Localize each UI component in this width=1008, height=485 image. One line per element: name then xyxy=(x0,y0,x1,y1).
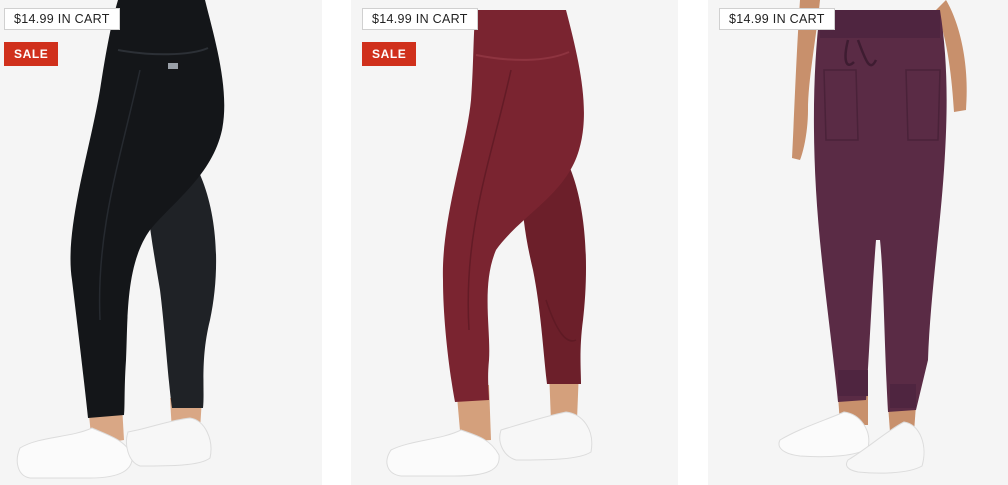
product-card[interactable]: $14.99 IN CART SALE xyxy=(0,0,322,485)
product-card[interactable]: $14.99 IN CART xyxy=(708,0,1008,485)
product-image[interactable] xyxy=(351,0,678,485)
product-image[interactable] xyxy=(708,0,1008,485)
sale-badge: SALE xyxy=(362,42,417,66)
price-in-cart-badge: $14.99 IN CART xyxy=(362,8,478,30)
product-image[interactable] xyxy=(0,0,322,485)
price-in-cart-badge: $14.99 IN CART xyxy=(4,8,120,30)
product-card[interactable]: $14.99 IN CART SALE xyxy=(351,0,678,485)
price-in-cart-badge: $14.99 IN CART xyxy=(719,8,835,30)
sale-badge: SALE xyxy=(4,42,59,66)
product-grid: $14.99 IN CART SALE $14.99 IN CART SALE xyxy=(0,0,1008,485)
